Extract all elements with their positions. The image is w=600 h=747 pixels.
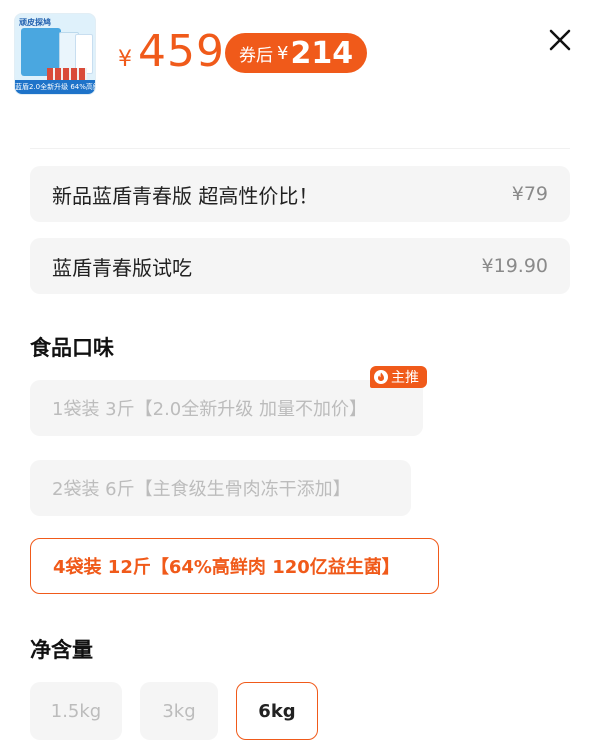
product-cans-image <box>47 68 87 80</box>
weight-option-6kg-selected[interactable]: 6kg <box>236 682 318 740</box>
flavor-option-label: 1袋装 3斤【2.0全新升级 加量不加价】 <box>52 399 367 420</box>
coupon-price-value: 214 <box>290 35 354 71</box>
thumb-banner-text: 蓝盾2.0全新升级 64%高鲜肉 <box>15 80 95 94</box>
flavor-option-2[interactable]: 2袋装 6斤【主食级生骨肉冻干添加】 <box>30 460 411 516</box>
weight-option-3kg[interactable]: 3kg <box>140 682 218 740</box>
coupon-currency: ¥ <box>277 42 289 64</box>
flavor-option-label: 2袋装 6斤【主食级生骨肉冻干添加】 <box>52 479 351 500</box>
price: ¥ 459 <box>118 26 225 77</box>
net-weight-section-title: 净含量 <box>30 638 93 662</box>
addon-title: 新品蓝盾青春版 超高性价比！ <box>52 183 319 208</box>
weight-option-1-5kg[interactable]: 1.5kg <box>30 682 122 740</box>
product-thumbnail: 顽皮探鸠 蓝盾2.0全新升级 64%高鲜肉 <box>14 13 96 95</box>
flavor-option-label: 4袋装 12斤【64%高鲜肉 120亿益生菌】 <box>53 557 400 578</box>
addon-item-trial[interactable]: 蓝盾青春版试吃 ¥19.90 <box>30 238 570 294</box>
price-value: 459 <box>138 26 225 77</box>
flavor-section-title: 食品口味 <box>30 336 114 360</box>
thumb-brand-text: 顽皮探鸠 <box>19 18 51 27</box>
coupon-price-badge: 券后 ¥ 214 <box>225 33 368 73</box>
price-currency: ¥ <box>118 47 132 72</box>
addon-price: ¥79 <box>511 183 548 205</box>
recommend-badge: 主推 <box>370 366 427 388</box>
weight-option-label: 3kg <box>162 700 196 722</box>
recommend-tag-label: 主推 <box>391 370 419 386</box>
weight-option-label: 6kg <box>258 700 296 722</box>
addon-price: ¥19.90 <box>481 255 548 277</box>
coupon-label: 券后 <box>239 45 273 66</box>
flavor-option-1[interactable]: 1袋装 3斤【2.0全新升级 加量不加价】 <box>30 380 423 436</box>
addon-item-youth[interactable]: 新品蓝盾青春版 超高性价比！ ¥79 <box>30 166 570 222</box>
close-button[interactable] <box>546 26 574 54</box>
close-icon <box>549 29 571 51</box>
flame-icon <box>374 370 388 384</box>
addon-title: 蓝盾青春版试吃 <box>52 255 192 280</box>
weight-option-label: 1.5kg <box>50 700 102 722</box>
flavor-option-3-selected[interactable]: 4袋装 12斤【64%高鲜肉 120亿益生菌】 <box>30 538 439 594</box>
header-divider <box>30 148 570 149</box>
